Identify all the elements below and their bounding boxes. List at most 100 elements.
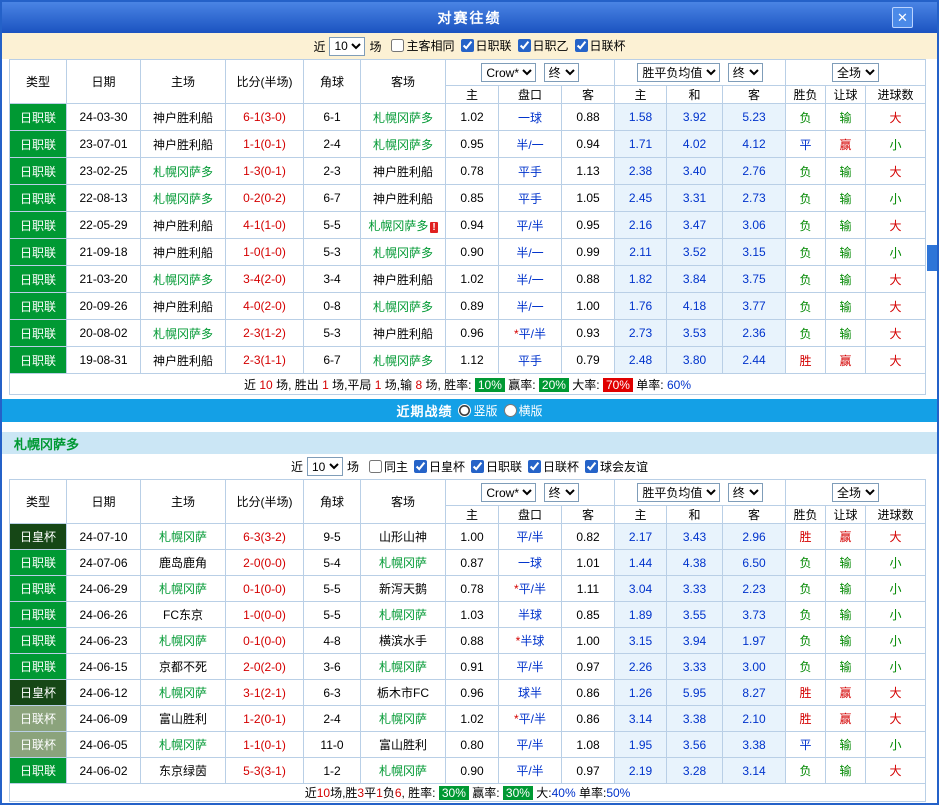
cell-type: 日皇杯 [10,680,67,706]
recent-europe-final-select[interactable]: 终 [728,483,763,502]
cell-away: 神户胜利船 [361,158,446,185]
recent-filter-checkbox-input-2[interactable] [471,460,484,473]
h2h-scope-select[interactable]: 全场 [832,63,879,82]
cell-handicap_result: 输 [826,158,866,185]
vertical-layout-radio-input[interactable] [458,404,471,417]
cell-eu_away: 3.75 [723,266,786,293]
cell-asia_away: 0.93 [562,320,615,347]
h2h-filter-checkbox-input-2[interactable] [518,39,531,52]
home-team-name: 札幌冈萨多 [153,192,213,206]
recent-filter-checkbox-input-4[interactable] [585,460,598,473]
cell-eu_home: 1.44 [615,550,667,576]
cell-type: 日职联 [10,602,67,628]
recent-scope-select[interactable]: 全场 [832,483,879,502]
cell-handicap: 平手 [499,347,562,374]
cell-eu_draw: 3.55 [667,602,723,628]
cell-away: 札幌冈萨 [361,706,446,732]
h2h-odds-company-select[interactable]: Crow* [481,63,536,82]
recent-filter-checkbox-4[interactable]: 球会友谊 [585,458,648,475]
h2h-odds-final-select[interactable]: 终 [544,63,579,82]
recent-filter-checkbox-label-0: 同主 [384,458,408,475]
cell-score: 3-4(2-0) [226,266,304,293]
cell-date: 24-06-29 [67,576,141,602]
h2h-europe-source-select[interactable]: 胜平负均值 [637,63,720,82]
h2h-col-corner: 角球 [304,60,361,104]
cell-type: 日职联 [10,347,67,374]
cell-handicap_result: 输 [826,654,866,680]
horizontal-layout-radio[interactable]: 横版 [504,402,543,419]
h2h-filter-checkbox-input-0[interactable] [391,39,404,52]
alert-icon[interactable]: ! [430,222,437,233]
away-team-name: 山形山神 [379,530,427,544]
match-row: 日职联20-09-26神户胜利船4-0(2-0)0-8札幌冈萨多0.89半/一1… [10,293,926,320]
recent-filter-checkbox-3[interactable]: 日联杯 [528,458,579,475]
cell-date: 23-02-25 [67,158,141,185]
cell-result: 负 [786,158,826,185]
recent-filter-checkbox-input-3[interactable] [528,460,541,473]
cell-eu_away: 2.10 [723,706,786,732]
match-row: 日职联23-02-25札幌冈萨多1-3(0-1)2-3神户胜利船0.78平手1.… [10,158,926,185]
cell-result: 负 [786,239,826,266]
h2h-filter-checkbox-1[interactable]: 日职联 [461,37,512,54]
cell-handicap: 平/半 [499,758,562,784]
match-row: 日职联21-03-20札幌冈萨多3-4(2-0)3-4神户胜利船1.02半/一0… [10,266,926,293]
recent-col-type: 类型 [10,480,67,524]
cell-home: 神户胜利船 [141,212,226,239]
cell-corner: 5-5 [304,576,361,602]
cell-eu_away: 3.73 [723,602,786,628]
recent-odds-final-select[interactable]: 终 [544,483,579,502]
recent-col-home: 主场 [141,480,226,524]
h2h-filter-checkbox-2[interactable]: 日职乙 [518,37,569,54]
recent-odds-company-select[interactable]: Crow* [481,483,536,502]
cell-asia_home: 0.80 [446,732,499,758]
recent-filter-checkbox-label-4: 球会友谊 [600,458,648,475]
cell-date: 24-06-05 [67,732,141,758]
cell-asia_home: 0.78 [446,158,499,185]
vertical-layout-radio[interactable]: 竖版 [458,402,497,419]
cell-date: 24-06-15 [67,654,141,680]
recent-filter-checkbox-2[interactable]: 日职联 [471,458,522,475]
recent-games-select[interactable]: 10 [307,457,343,476]
h2h-games-select[interactable]: 10 [329,37,365,56]
cell-corner: 0-8 [304,293,361,320]
cell-result: 负 [786,602,826,628]
scrollbar-thumb[interactable] [927,245,937,271]
cell-goals: 小 [866,185,926,212]
h2h-filter-checkbox-input-3[interactable] [575,39,588,52]
h2h-filter-checkbox-3[interactable]: 日联杯 [575,37,626,54]
cell-home: 神户胜利船 [141,104,226,131]
recent-filter-checkbox-input-1[interactable] [414,460,427,473]
cell-goals: 小 [866,576,926,602]
cell-asia_away: 0.86 [562,706,615,732]
cell-home: 札幌冈萨多 [141,185,226,212]
cell-home: 神户胜利船 [141,347,226,374]
cell-asia_home: 0.87 [446,550,499,576]
recent-summary: 近10场,胜3平1负6, 胜率: 30% 赢率: 30% 大:40% 单率:50… [10,784,926,802]
cell-handicap: *平/半 [499,320,562,347]
recent-filter-checkbox-0[interactable]: 同主 [369,458,408,475]
dialog-title: 对赛往绩 [438,8,502,28]
away-team-name: 新泻天鹅 [379,582,427,596]
cell-asia_home: 1.00 [446,524,499,550]
recent-europe-source-select[interactable]: 胜平负均值 [637,483,720,502]
recent-filter-checkbox-1[interactable]: 日皇杯 [414,458,465,475]
cell-corner: 11-0 [304,732,361,758]
cell-asia_home: 0.89 [446,293,499,320]
cell-eu_home: 2.45 [615,185,667,212]
cell-corner: 6-7 [304,185,361,212]
horizontal-layout-radio-input[interactable] [504,404,517,417]
recent-filter-checkbox-label-1: 日皇杯 [429,458,465,475]
cell-asia_home: 1.02 [446,266,499,293]
cell-type: 日职联 [10,293,67,320]
h2h-filter-checkbox-input-1[interactable] [461,39,474,52]
cell-eu_draw: 3.43 [667,524,723,550]
recent-filter-checkbox-input-0[interactable] [369,460,382,473]
close-icon[interactable]: ✕ [892,7,913,28]
cell-corner: 6-3 [304,680,361,706]
h2h-col-home: 主场 [141,60,226,104]
h2h-col-goals: 进球数 [866,86,926,104]
h2h-filter-checkbox-0[interactable]: 主客相同 [391,37,454,54]
h2h-europe-final-select[interactable]: 终 [728,63,763,82]
h2h-col-eu-home: 主 [615,86,667,104]
cell-eu_draw: 4.02 [667,131,723,158]
